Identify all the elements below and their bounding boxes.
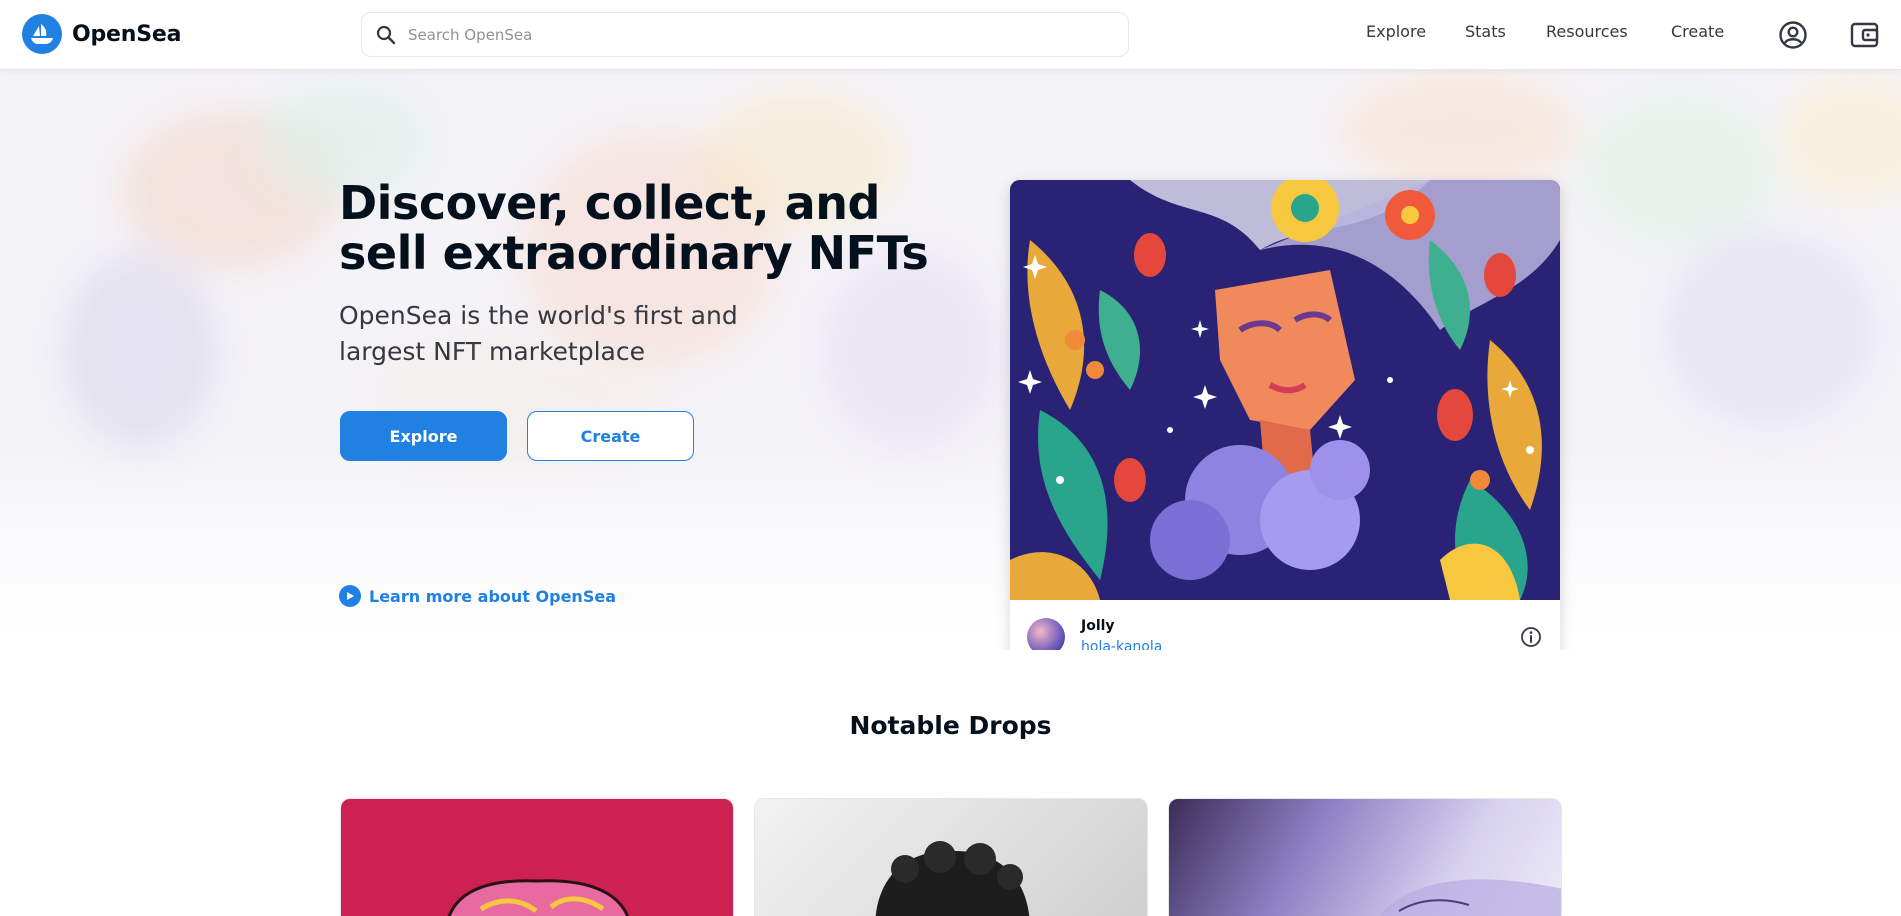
hero-title: Discover, collect, and sell extraordinar… — [339, 176, 929, 280]
nav-stats-link[interactable]: Stats — [1465, 22, 1506, 41]
account-icon[interactable] — [1777, 19, 1809, 51]
learn-more-link[interactable]: Learn more about OpenSea — [339, 585, 616, 607]
creator-link[interactable]: hola-kanola — [1081, 639, 1162, 650]
featured-nft-image[interactable] — [1010, 180, 1560, 600]
hero-section: Discover, collect, and sell extraordinar… — [0, 70, 1901, 650]
nft-name[interactable]: Jolly — [1081, 618, 1115, 634]
top-navigation-bar: OpenSea Explore Stats Resources Create — [0, 0, 1901, 70]
opensea-logo[interactable]: OpenSea — [22, 14, 181, 54]
search-icon — [376, 25, 396, 44]
play-circle-icon — [339, 585, 361, 607]
search-input[interactable] — [408, 25, 1108, 44]
nav-explore-link[interactable]: Explore — [1366, 22, 1426, 41]
opensea-logo-icon — [22, 14, 62, 54]
search-bar[interactable] — [361, 12, 1129, 57]
drop-1-artwork — [447, 879, 629, 916]
creator-avatar[interactable] — [1027, 618, 1065, 650]
wallet-icon[interactable] — [1849, 19, 1881, 51]
create-button[interactable]: Create — [527, 411, 694, 461]
nav-create-link[interactable]: Create — [1671, 22, 1724, 41]
drop-card-2[interactable] — [754, 798, 1148, 916]
notable-drops-heading: Notable Drops — [849, 711, 1052, 740]
featured-nft-footer: Jolly hola-kanola — [1010, 600, 1560, 650]
info-icon[interactable] — [1520, 626, 1542, 648]
drop-2-artwork — [875, 841, 1030, 916]
nav-resources-link[interactable]: Resources — [1546, 22, 1628, 41]
featured-nft-card[interactable]: Jolly hola-kanola — [1010, 180, 1560, 650]
explore-button[interactable]: Explore — [340, 411, 507, 461]
drop-3-artwork — [1378, 879, 1561, 916]
learn-more-label: Learn more about OpenSea — [369, 586, 616, 606]
hero-fade — [0, 450, 1901, 650]
drop-card-1[interactable] — [340, 798, 734, 916]
hero-subtitle: OpenSea is the world's first and largest… — [339, 301, 738, 366]
drop-card-3[interactable] — [1168, 798, 1562, 916]
brand-name: OpenSea — [72, 21, 182, 47]
